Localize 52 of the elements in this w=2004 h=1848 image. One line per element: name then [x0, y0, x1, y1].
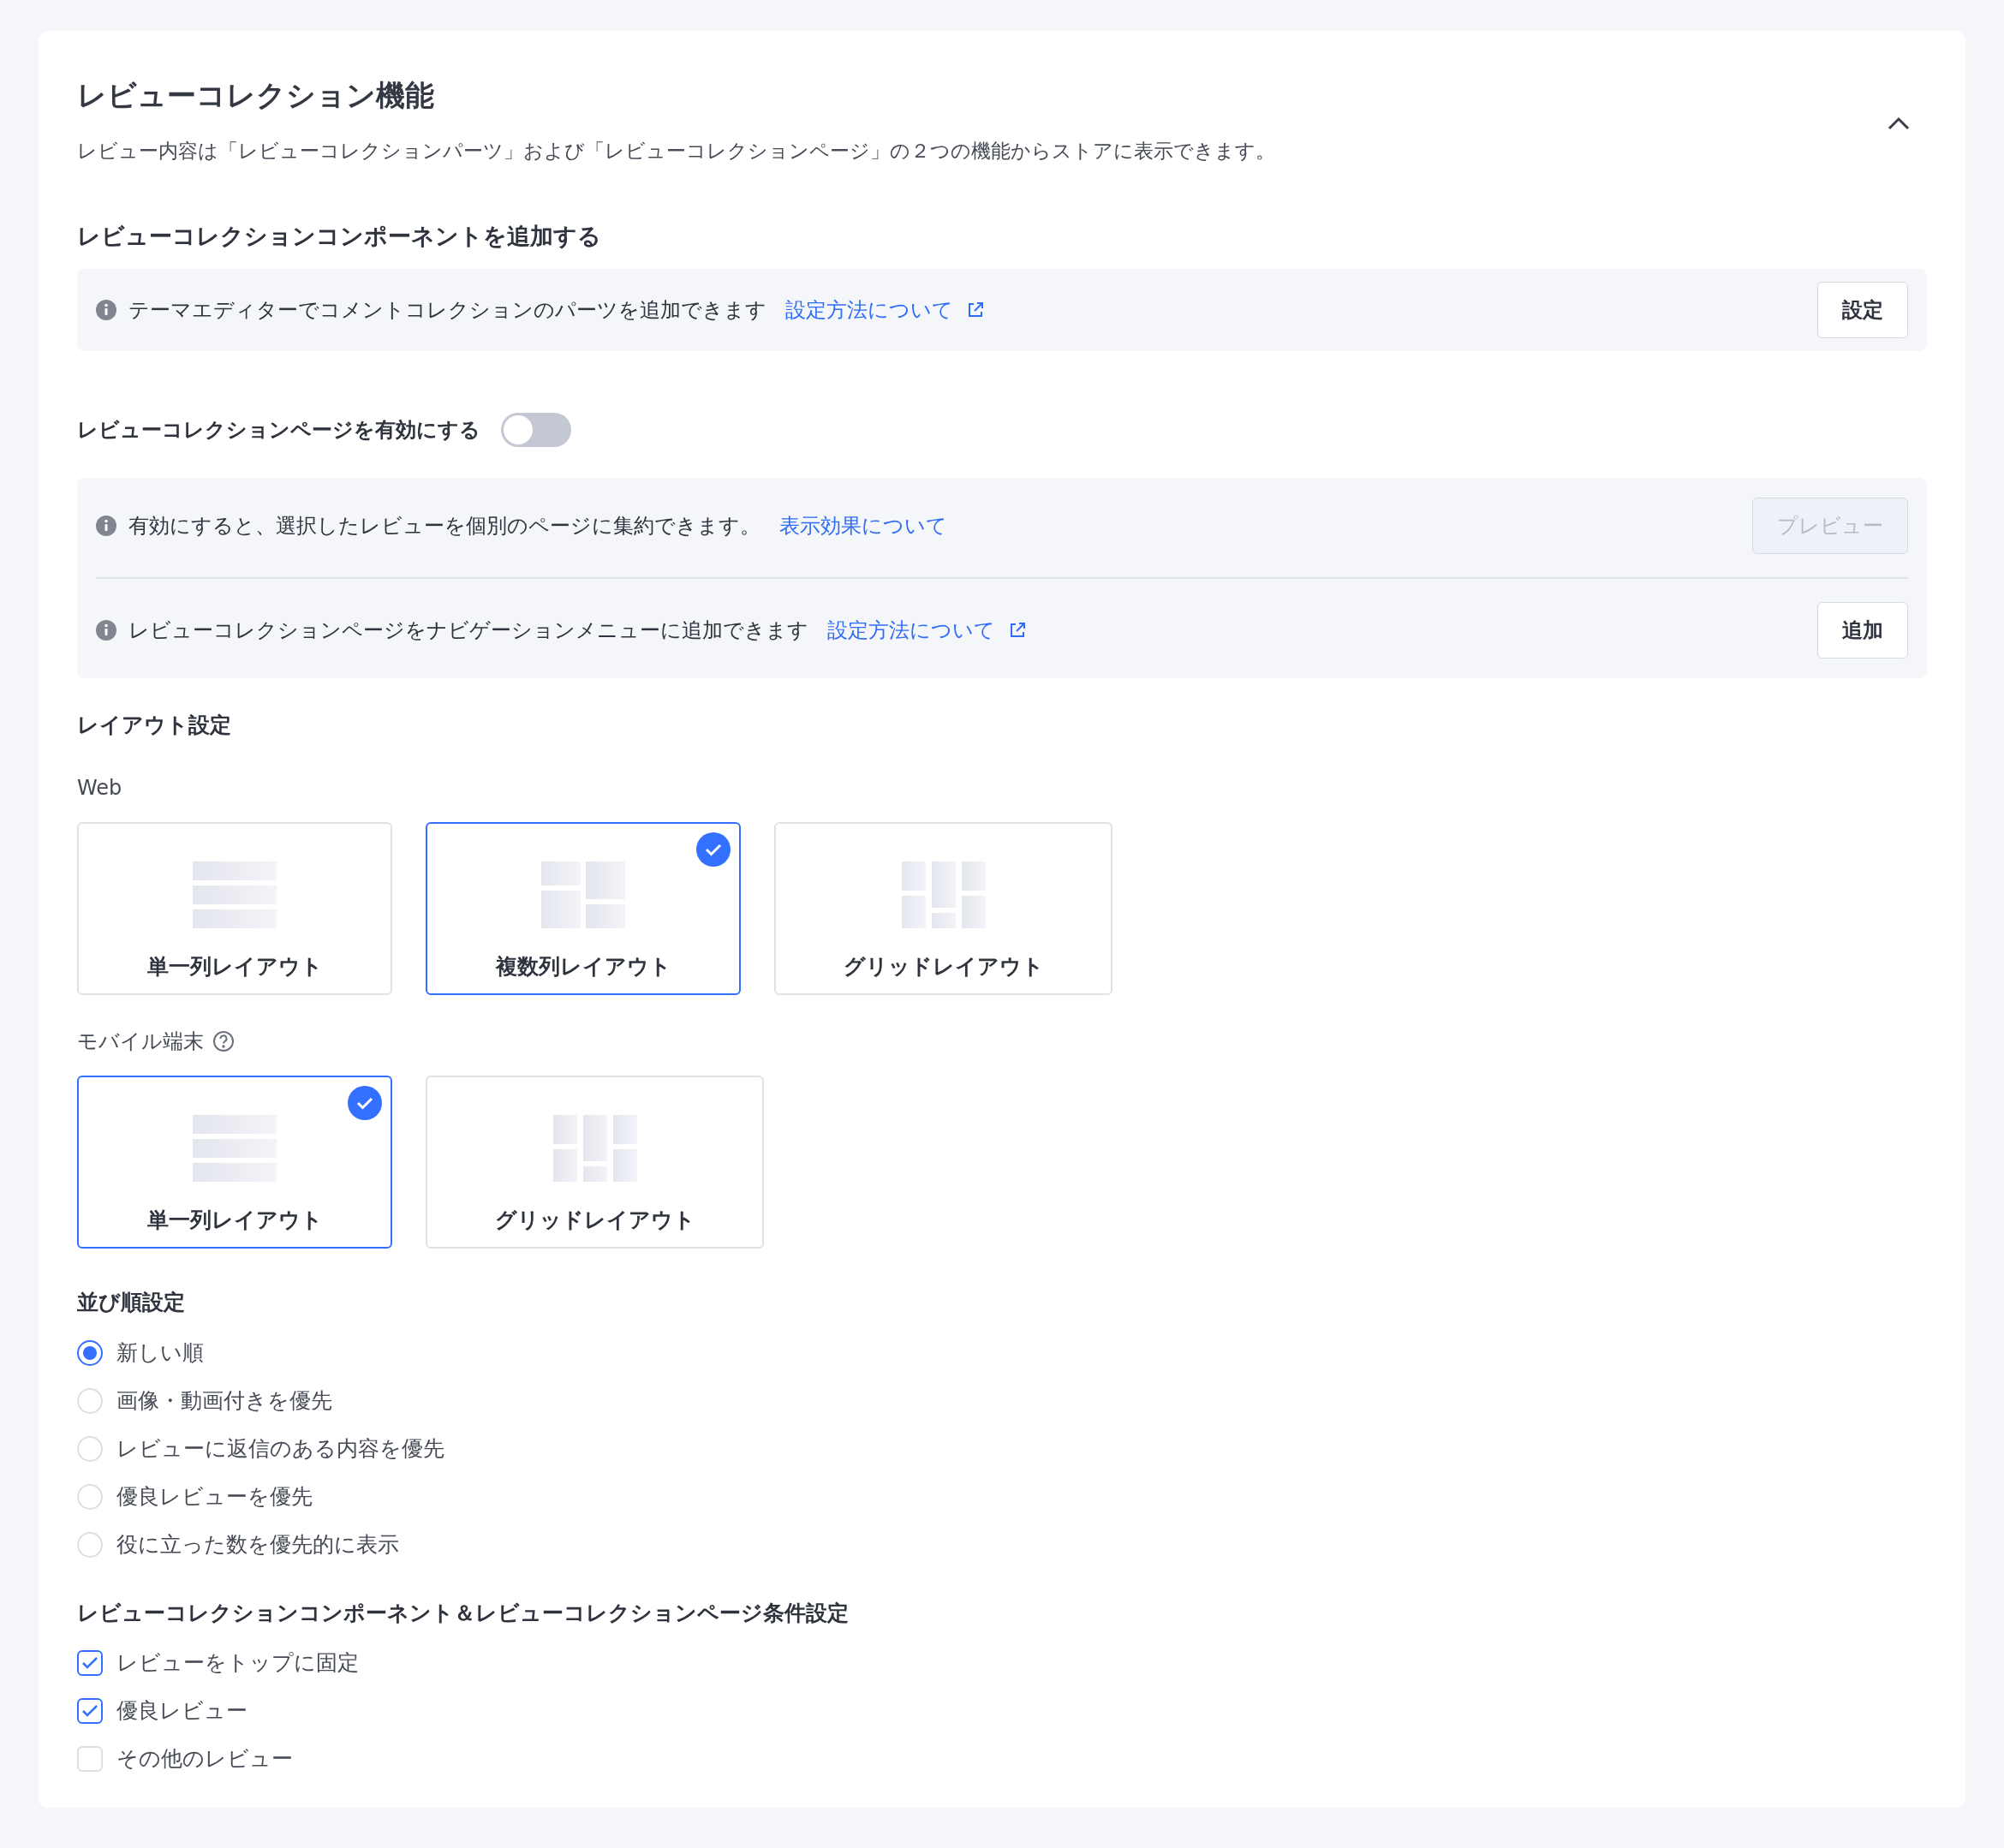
- help-link[interactable]: 設定方法について: [827, 615, 995, 646]
- layout-option[interactable]: 単一列レイアウト: [77, 1075, 392, 1249]
- check-badge-icon: [696, 832, 731, 867]
- section-heading: レビューコレクションコンポーネントを追加する: [77, 221, 602, 251]
- action-button[interactable]: 設定: [1817, 282, 1908, 338]
- conditions-heading: レビューコレクションコンポーネント＆レビューコレクションページ条件設定: [77, 1600, 850, 1627]
- info-icon: [96, 300, 116, 320]
- info-text: レビューコレクションページをナビゲーションメニューに追加できます: [128, 617, 808, 644]
- checkbox[interactable]: [77, 1697, 103, 1724]
- layout-option-label: 複数列レイアウト: [495, 952, 671, 981]
- layout-option[interactable]: グリッドレイアウト: [774, 821, 1112, 995]
- chevron-up-icon[interactable]: [1888, 116, 1910, 130]
- radio-label: 優良レビューを優先: [116, 1483, 313, 1511]
- info-text: テーマエディターでコメントコレクションのパーツを追加できます: [128, 297, 766, 324]
- info-text: 有効にすると、選択したレビューを個別のページに集約できます。: [128, 513, 760, 539]
- group-label: モバイル端末: [77, 1028, 204, 1055]
- action-button[interactable]: 追加: [1817, 602, 1908, 659]
- help-icon[interactable]: [212, 1029, 235, 1052]
- grid-thumbnail-icon: [901, 861, 986, 928]
- sort-heading: 並び順設定: [77, 1288, 186, 1316]
- checkbox-label: 優良レビュー: [116, 1696, 248, 1725]
- radio-label: レビューに返信のある内容を優先: [116, 1435, 444, 1463]
- checkbox-label: その他のレビュー: [116, 1744, 293, 1773]
- section-description: レビュー内容は「レビューコレクションパーツ」および「レビューコレクションページ」の２つの機能からストアに表示できます。: [77, 139, 1276, 164]
- radio-label: 新しい順: [116, 1339, 204, 1368]
- check-icon: [81, 1703, 98, 1718]
- layout-option-label: グリッドレイアウト: [494, 1206, 695, 1234]
- radio-button[interactable]: [77, 1340, 103, 1366]
- grid-thumbnail-icon: [552, 1114, 637, 1182]
- layout-option-label: 単一列レイアウト: [146, 952, 323, 981]
- single-column-thumbnail-icon: [193, 861, 277, 928]
- group-label: Web: [77, 774, 122, 802]
- layout-option-label: 単一列レイアウト: [146, 1206, 323, 1234]
- layout-option[interactable]: グリッドレイアウト: [426, 1075, 764, 1249]
- layout-option-label: グリッドレイアウト: [843, 952, 1044, 981]
- radio-label: 役に立った数を優先的に表示: [116, 1531, 399, 1559]
- layout-heading: レイアウト設定: [77, 712, 232, 739]
- checkbox[interactable]: [77, 1649, 103, 1676]
- toggle-switch[interactable]: [501, 413, 571, 447]
- toggle-label: レビューコレクションページを有効にする: [77, 417, 480, 444]
- help-link[interactable]: 設定方法について: [785, 295, 953, 325]
- radio-label: 画像・動画付きを優先: [116, 1387, 332, 1416]
- single-column-thumbnail-icon: [193, 1114, 277, 1182]
- info-icon: [96, 620, 116, 641]
- layout-option[interactable]: 単一列レイアウト: [77, 821, 392, 995]
- check-icon: [81, 1655, 98, 1670]
- info-icon: [96, 516, 116, 536]
- check-badge-icon: [348, 1085, 382, 1120]
- multi-column-thumbnail-icon: [541, 861, 625, 928]
- layout-option[interactable]: 複数列レイアウト: [426, 821, 741, 995]
- section-title: レビューコレクション機能: [77, 77, 435, 114]
- checkbox-label: レビューをトップに固定: [116, 1648, 359, 1677]
